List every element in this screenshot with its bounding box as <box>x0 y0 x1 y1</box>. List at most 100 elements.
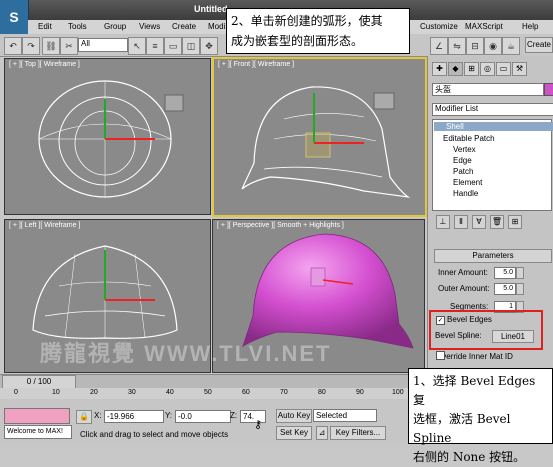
y-coordinate-field[interactable]: -0.0 <box>175 410 231 423</box>
select-by-name-icon[interactable]: ≡ <box>146 37 164 55</box>
stack-item-editable-patch[interactable]: Editable Patch <box>443 134 495 143</box>
modifier-stack: Shell Editable Patch Vertex Edge Patch E… <box>432 119 553 211</box>
render-icon[interactable]: ☕ <box>502 37 520 55</box>
pin-stack-icon[interactable]: ⊥ <box>436 215 450 229</box>
instruction-callout-bottom: 1、选择 Bevel Edges 复 选框，激活 Bevel Spline 右侧… <box>408 368 553 464</box>
stack-item-patch[interactable]: Patch <box>453 167 473 176</box>
menu-modifiers[interactable]: Modi <box>208 22 225 31</box>
utilities-tab-icon[interactable]: ⚒ <box>512 62 527 76</box>
stack-item-vertex[interactable]: Vertex <box>453 145 476 154</box>
inner-amount-field[interactable]: 5.0 <box>494 267 516 279</box>
tick-label: 60 <box>242 389 250 396</box>
parameters-rollout-header[interactable]: Parameters <box>434 249 552 263</box>
key-mode-icon[interactable]: ⊿ <box>316 426 328 440</box>
stack-toolbar: ⊥ Ⅱ ∀ 🗑 ⊞ <box>432 213 550 229</box>
stack-item-edge[interactable]: Edge <box>453 156 472 165</box>
modify-tab-icon[interactable]: ◆ <box>448 62 463 76</box>
bevel-edges-checkbox[interactable]: ✓ <box>436 316 445 325</box>
hierarchy-tab-icon[interactable]: ⊞ <box>464 62 479 76</box>
outer-amount-field[interactable]: 5.0 <box>494 283 516 295</box>
redo-icon[interactable]: ↷ <box>22 37 40 55</box>
inner-amount-label: Inner Amount: <box>438 268 488 277</box>
show-end-result-icon[interactable]: Ⅱ <box>454 215 468 229</box>
time-slider[interactable]: 0 / 100 <box>2 375 76 389</box>
callout-top-line-2: 成为嵌套型的剖面形态。 <box>231 34 364 48</box>
selection-filter-dropdown[interactable]: All <box>78 38 128 52</box>
stack-item-shell[interactable]: Shell <box>434 122 553 131</box>
stack-item-handle[interactable]: Handle <box>453 189 478 198</box>
tick-label: 10 <box>52 389 60 396</box>
create-button[interactable]: Create <box>525 37 553 53</box>
move-icon[interactable]: ✥ <box>200 37 218 55</box>
menu-views[interactable]: Views <box>139 22 160 31</box>
stack-item-element[interactable]: Element <box>453 178 482 187</box>
snap-icon[interactable]: ∠ <box>430 37 448 55</box>
remove-modifier-icon[interactable]: 🗑 <box>490 215 504 229</box>
bevel-spline-button[interactable]: Line01 <box>492 330 534 343</box>
menu-help[interactable]: Help <box>522 22 538 31</box>
tick-label: 80 <box>318 389 326 396</box>
logo-letter: S <box>9 9 19 25</box>
viewport-label: [ + ][ Front ][ Wireframe ] <box>218 61 295 68</box>
window-crossing-icon[interactable]: ◫ <box>182 37 200 55</box>
tick-label: 20 <box>90 389 98 396</box>
set-key-button[interactable]: Set Key <box>276 426 312 440</box>
make-unique-icon[interactable]: ∀ <box>472 215 486 229</box>
auto-key-button[interactable]: Auto Key <box>276 409 312 423</box>
menu-tools[interactable]: Tools <box>68 22 87 31</box>
lock-selection-icon[interactable]: 🔒 <box>76 410 92 424</box>
override-inner-mat-label: Override Inner Mat ID <box>436 352 513 361</box>
status-prompt: Click and drag to select and move object… <box>80 430 229 439</box>
object-name-field[interactable]: 头盔 <box>432 83 544 96</box>
top-wireframe <box>38 80 184 198</box>
tick-label: 100 <box>392 389 404 396</box>
viewport-front[interactable]: [ + ][ Front ][ Wireframe ] <box>212 57 427 217</box>
bevel-spline-label: Bevel Spline: <box>435 331 482 340</box>
tick-label: 90 <box>356 389 364 396</box>
menu-create[interactable]: Create <box>172 22 196 31</box>
callout-bottom-line-1: 1、选择 Bevel Edges 复 <box>413 374 536 407</box>
align-icon[interactable]: ⊟ <box>466 37 484 55</box>
viewport-label: [ + ][ Perspective ][ Smooth + Highlight… <box>217 222 344 229</box>
override-inner-mat-checkbox[interactable] <box>436 351 445 360</box>
app-logo[interactable]: S <box>0 0 29 34</box>
modifier-list-dropdown[interactable]: Modifier List <box>432 103 553 116</box>
key-icon[interactable]: ⚷ <box>254 418 262 431</box>
z-label: Z: <box>230 411 238 420</box>
object-color-swatch[interactable] <box>544 83 553 96</box>
unlink-icon[interactable]: ✂ <box>60 37 78 55</box>
instruction-callout-top: 2、单击新创建的弧形，使其 成为嵌套型的剖面形态。 <box>226 8 410 54</box>
x-coordinate-field[interactable]: -19.966 <box>104 410 164 423</box>
selected-dropdown[interactable]: Selected <box>313 409 377 422</box>
motion-tab-icon[interactable]: ◎ <box>480 62 495 76</box>
undo-icon[interactable]: ↶ <box>4 37 22 55</box>
key-filters-button[interactable]: Key Filters... <box>330 426 386 440</box>
tick-label: 70 <box>280 389 288 396</box>
material-editor-icon[interactable]: ◉ <box>484 37 502 55</box>
display-tab-icon[interactable]: ▭ <box>496 62 511 76</box>
front-wireframe <box>241 86 411 198</box>
viewport-label: [ + ][ Left ][ Wireframe ] <box>9 222 81 229</box>
menu-edit[interactable]: Edit <box>38 22 52 31</box>
watermark-text: 腾龍視覺 WWW.TLVI.NET <box>40 341 332 366</box>
z-coordinate-field[interactable]: 74. <box>240 410 266 423</box>
welcome-field[interactable]: Welcome to MAX! <box>4 425 72 439</box>
viewport-label: [ + ][ Top ][ Wireframe ] <box>9 61 80 68</box>
configure-sets-icon[interactable]: ⊞ <box>508 215 522 229</box>
maxscript-listener[interactable] <box>4 408 70 424</box>
select-icon[interactable]: ↖ <box>128 37 146 55</box>
mirror-icon[interactable]: ⇋ <box>448 37 466 55</box>
callout-top-line-1: 2、单击新创建的弧形，使其 <box>231 14 383 28</box>
link-icon[interactable]: ⛓ <box>42 37 60 55</box>
menu-customize[interactable]: Customize <box>420 22 458 31</box>
inner-amount-spinner[interactable] <box>516 267 524 279</box>
viewport-top[interactable]: [ + ][ Top ][ Wireframe ] <box>4 58 211 215</box>
create-tab-icon[interactable]: ✚ <box>432 62 447 76</box>
outer-amount-label: Outer Amount: <box>438 284 490 293</box>
callout-bottom-line-2: 选框，激活 Bevel Spline <box>413 412 511 445</box>
menu-maxscript[interactable]: MAXScript <box>465 22 503 31</box>
rect-select-icon[interactable]: ▭ <box>164 37 182 55</box>
menu-group[interactable]: Group <box>104 22 126 31</box>
outer-amount-spinner[interactable] <box>516 283 524 295</box>
window-title: Untitled <box>194 4 228 14</box>
